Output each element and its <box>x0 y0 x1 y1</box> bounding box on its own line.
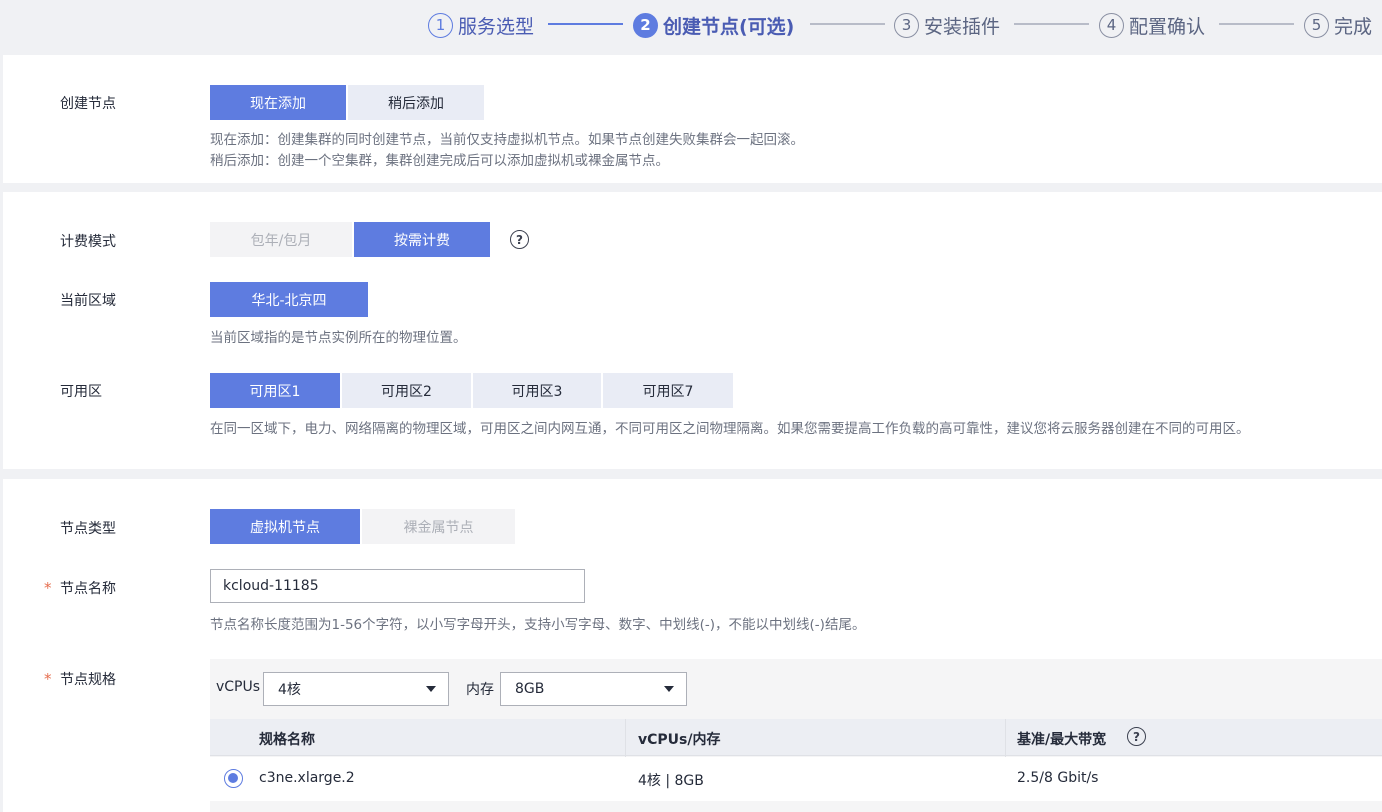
col-bandwidth: 基准/最大带宽 <box>1017 732 1107 748</box>
az-toggle: 可用区1 可用区2 可用区3 可用区7 <box>210 373 733 408</box>
step-connector-2 <box>810 23 885 25</box>
step-connector-1 <box>548 23 623 25</box>
vm-node-option[interactable]: 虚拟机节点 <box>210 509 360 544</box>
create-node-toggle: 现在添加 稍后添加 <box>210 85 484 120</box>
step-connector-4 <box>1219 23 1294 25</box>
region-selector: 华北-北京四 <box>210 282 368 317</box>
spec-radio-selected[interactable] <box>224 769 243 788</box>
bare-metal-node-option: 裸金属节点 <box>362 509 515 544</box>
step-5: 5 完成 <box>1304 10 1372 40</box>
create-node-hint-2: 稍后添加：创建一个空集群，集群创建完成后可以添加虚拟机或裸金属节点。 <box>210 153 669 169</box>
az-option-3[interactable]: 可用区3 <box>473 373 601 408</box>
add-later-option[interactable]: 稍后添加 <box>348 85 484 120</box>
step-2-number: 2 <box>633 12 658 38</box>
memory-select-value: 8GB <box>515 681 545 697</box>
step-5-label: 完成 <box>1334 15 1373 38</box>
vcpu-memory-cell: 4核 | 8GB <box>638 773 704 789</box>
region-hint: 当前区域指的是节点实例所在的物理位置。 <box>210 330 467 346</box>
az-option-2[interactable]: 可用区2 <box>342 373 471 408</box>
billing-region-panel: 计费模式 包年/包月 按需计费 ? 当前区域 华北-北京四 当前区域指的是节点实… <box>3 192 1382 469</box>
region-option-beijing4[interactable]: 华北-北京四 <box>210 282 368 317</box>
step-2-label: 创建节点(可选) <box>663 15 795 38</box>
col-spec-name: 规格名称 <box>259 732 315 748</box>
step-1-label: 服务选型 <box>458 15 535 38</box>
node-spec-box: vCPUs 4核 内存 8GB 规格名称 vCPUs/内存 基准/最大带宽 ? … <box>210 659 1382 812</box>
step-5-number: 5 <box>1304 12 1329 38</box>
step-4: 4 配置确认 <box>1099 10 1205 40</box>
node-name-hint: 节点名称长度范围为1-56个字符，以小写字母开头，支持小写字母、数字、中划线(-… <box>210 617 866 633</box>
node-config-panel: 节点类型 虚拟机节点 裸金属节点 * 节点名称 节点名称长度范围为1-56个字符… <box>3 479 1382 812</box>
create-node-label: 创建节点 <box>60 96 116 112</box>
region-label: 当前区域 <box>60 293 116 309</box>
step-4-number: 4 <box>1099 12 1124 38</box>
step-3-label: 安装插件 <box>924 15 1001 38</box>
node-spec-label: * 节点规格 <box>44 669 116 689</box>
node-name-label-text: 节点名称 <box>60 581 116 597</box>
add-now-option[interactable]: 现在添加 <box>210 85 346 120</box>
node-type-label: 节点类型 <box>60 521 116 537</box>
node-name-input[interactable] <box>210 569 585 603</box>
billing-mode-toggle: 包年/包月 按需计费 <box>210 222 490 257</box>
node-spec-label-text: 节点规格 <box>60 672 116 688</box>
az-option-7[interactable]: 可用区7 <box>603 373 733 408</box>
vcpu-select-value: 4核 <box>278 682 301 698</box>
step-4-label: 配置确认 <box>1129 15 1206 38</box>
vcpu-select[interactable]: 4核 <box>263 672 449 706</box>
step-3-number: 3 <box>894 12 919 38</box>
memory-select[interactable]: 8GB <box>500 672 687 706</box>
create-node-hint-1: 现在添加：创建集群的同时创建节点，当前仅支持虚拟机节点。如果节点创建失败集群会一… <box>210 132 804 148</box>
required-mark: * <box>44 579 52 597</box>
chevron-down-icon <box>426 686 436 692</box>
col-vcpu-memory: vCPUs/内存 <box>638 732 721 748</box>
step-1[interactable]: 1 服务选型 <box>428 10 534 40</box>
az-option-1[interactable]: 可用区1 <box>210 373 340 408</box>
yearly-monthly-option: 包年/包月 <box>210 222 352 257</box>
create-node-panel: 创建节点 现在添加 稍后添加 现在添加：创建集群的同时创建节点，当前仅支持虚拟机… <box>3 55 1382 183</box>
memory-filter-label: 内存 <box>466 682 494 698</box>
table-row[interactable]: c3ne.xlarge.2 4核 | 8GB 2.5/8 Gbit/s <box>210 757 1382 801</box>
step-1-number: 1 <box>428 12 453 38</box>
step-connector-3 <box>1014 23 1089 25</box>
chevron-down-icon <box>664 686 674 692</box>
bandwidth-cell: 2.5/8 Gbit/s <box>1017 770 1099 786</box>
vcpu-filter-label: vCPUs <box>216 679 261 695</box>
step-2[interactable]: 2 创建节点(可选) <box>633 10 794 40</box>
billing-mode-label: 计费模式 <box>60 234 116 250</box>
spec-name-cell: c3ne.xlarge.2 <box>259 770 355 786</box>
pay-per-use-option[interactable]: 按需计费 <box>354 222 490 257</box>
node-name-label: * 节点名称 <box>44 578 116 598</box>
spec-table-header: 规格名称 vCPUs/内存 基准/最大带宽 ? <box>210 719 1382 756</box>
wizard-stepper: 1 服务选型 2 创建节点(可选) 3 安装插件 4 配置确认 5 完成 <box>0 0 1382 54</box>
bandwidth-help-icon[interactable]: ? <box>1127 727 1146 746</box>
step-3: 3 安装插件 <box>894 10 1000 40</box>
required-mark: * <box>44 670 52 688</box>
node-type-toggle: 虚拟机节点 裸金属节点 <box>210 509 515 544</box>
az-hint: 在同一区域下，电力、网络隔离的物理区域，可用区之间内网互通，不同可用区之间物理隔… <box>210 421 1250 437</box>
billing-help-icon[interactable]: ? <box>510 230 529 249</box>
az-label: 可用区 <box>60 384 102 400</box>
